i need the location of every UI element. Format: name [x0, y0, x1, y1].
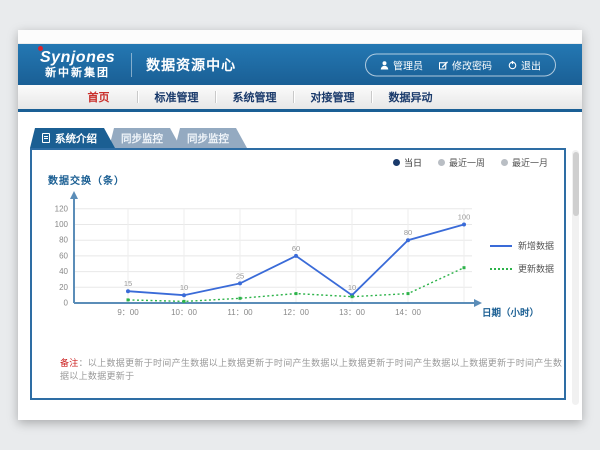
tab-label: 同步监控: [121, 131, 163, 146]
nav-item-system-mgmt[interactable]: 系统管理: [216, 85, 293, 109]
svg-text:10: 10: [180, 283, 188, 292]
power-icon: [508, 60, 517, 69]
logo-text-en: Synjones: [40, 50, 115, 66]
svg-text:80: 80: [404, 228, 412, 237]
tab-sync-monitor-1[interactable]: 同步监控: [109, 128, 181, 148]
svg-text:120: 120: [55, 204, 69, 213]
svg-text:9：00: 9：00: [117, 308, 139, 317]
user-menu: 管理员 修改密码 退出: [365, 53, 556, 76]
svg-text:20: 20: [59, 283, 68, 292]
radio-label: 最近一月: [512, 156, 548, 169]
footnote-label: 备注: [60, 358, 79, 368]
footnote-text: ：以上数据更新于时间产生数据以上数据更新于时间产生数据以上数据更新于时间产生数据…: [60, 358, 562, 381]
page-title: 数据资源中心: [146, 55, 236, 75]
app-window: Synjones 新中新集团 数据资源中心 管理员 修改密码 退出 首页 标准管…: [18, 30, 582, 420]
radio-dot-icon: [438, 159, 445, 166]
svg-text:0: 0: [64, 299, 69, 308]
time-range-filter: 当日 最近一周 最近一月: [393, 156, 548, 169]
vertical-scrollbar[interactable]: [572, 150, 579, 405]
svg-text:10：00: 10：00: [171, 308, 197, 317]
svg-text:60: 60: [292, 244, 300, 253]
legend-label: 更新数据: [518, 262, 554, 275]
logo-text-cn: 新中新集团: [40, 68, 115, 79]
radio-dot-icon: [393, 159, 400, 166]
change-password-label: 修改密码: [452, 57, 492, 72]
radio-label: 最近一周: [449, 156, 485, 169]
radio-last-week[interactable]: 最近一周: [438, 156, 485, 169]
svg-text:40: 40: [59, 267, 68, 276]
document-icon: [42, 133, 50, 143]
tab-sync-monitor-2[interactable]: 同步监控: [175, 128, 247, 148]
svg-text:60: 60: [59, 251, 68, 260]
svg-text:100: 100: [458, 213, 471, 222]
svg-text:15: 15: [124, 279, 132, 288]
radio-today[interactable]: 当日: [393, 156, 422, 169]
svg-text:12：00: 12：00: [283, 308, 309, 317]
svg-text:25: 25: [236, 271, 244, 280]
browser-chrome-strip: [18, 30, 582, 44]
logout-button[interactable]: 退出: [508, 57, 541, 72]
blue-line-sample-icon: [490, 245, 512, 247]
tab-label: 系统介绍: [55, 131, 97, 146]
svg-text:100: 100: [55, 220, 69, 229]
radio-label: 当日: [404, 156, 422, 169]
radio-dot-icon: [501, 159, 508, 166]
app-header: Synjones 新中新集团 数据资源中心 管理员 修改密码 退出: [18, 44, 582, 85]
y-axis-title: 数据交换（条）: [48, 172, 125, 187]
legend-entry-updated-data: 更新数据: [490, 257, 554, 280]
radio-last-month[interactable]: 最近一月: [501, 156, 548, 169]
user-icon: [380, 60, 389, 69]
svg-text:10: 10: [348, 283, 356, 292]
logo-red-dot-icon: [38, 46, 43, 51]
svg-text:11：00: 11：00: [227, 308, 253, 317]
nav-item-connect-mgmt[interactable]: 对接管理: [294, 85, 371, 109]
company-logo: Synjones 新中新集团: [40, 50, 115, 79]
legend-label: 新增数据: [518, 239, 554, 252]
legend-entry-new-data: 新增数据: [490, 234, 554, 257]
svg-text:80: 80: [59, 236, 68, 245]
svg-text:14：00: 14：00: [395, 308, 421, 317]
nav-item-data-change[interactable]: 数据异动: [372, 85, 449, 109]
nav-item-standard-mgmt[interactable]: 标准管理: [138, 85, 215, 109]
svg-text:日期（小时）: 日期（小时）: [482, 307, 539, 319]
tab-bar: 系统介绍 同步监控 同步监控: [30, 128, 247, 148]
chart-legend: 新增数据 更新数据: [490, 234, 554, 280]
content-area: 系统介绍 同步监控 同步监控 当日 最近一周: [18, 112, 582, 420]
scrollbar-thumb[interactable]: [573, 152, 579, 216]
chart-panel: 当日 最近一周 最近一月 数据交换（条） 0 20 40 60 80 100 120 9：00…: [30, 148, 566, 400]
edit-icon: [439, 60, 448, 69]
logout-label: 退出: [521, 57, 541, 72]
admin-user-button[interactable]: 管理员: [380, 57, 423, 72]
svg-text:13：00: 13：00: [339, 308, 365, 317]
tab-system-intro[interactable]: 系统介绍: [30, 128, 115, 148]
change-password-button[interactable]: 修改密码: [439, 57, 492, 72]
nav-item-home[interactable]: 首页: [60, 85, 137, 109]
admin-user-label: 管理员: [393, 57, 423, 72]
line-chart-svg: 0 20 40 60 80 100 120 9：00 10：00 11：00 12：00 13：00 1…: [32, 190, 568, 330]
green-dotted-sample-icon: [490, 268, 512, 270]
main-nav: 首页 标准管理 系统管理 对接管理 数据异动: [18, 85, 582, 112]
header-divider: [131, 53, 132, 77]
footnote: 备注：以上数据更新于时间产生数据以上数据更新于时间产生数据以上数据更新于时间产生…: [60, 356, 564, 382]
tab-label: 同步监控: [187, 131, 229, 146]
